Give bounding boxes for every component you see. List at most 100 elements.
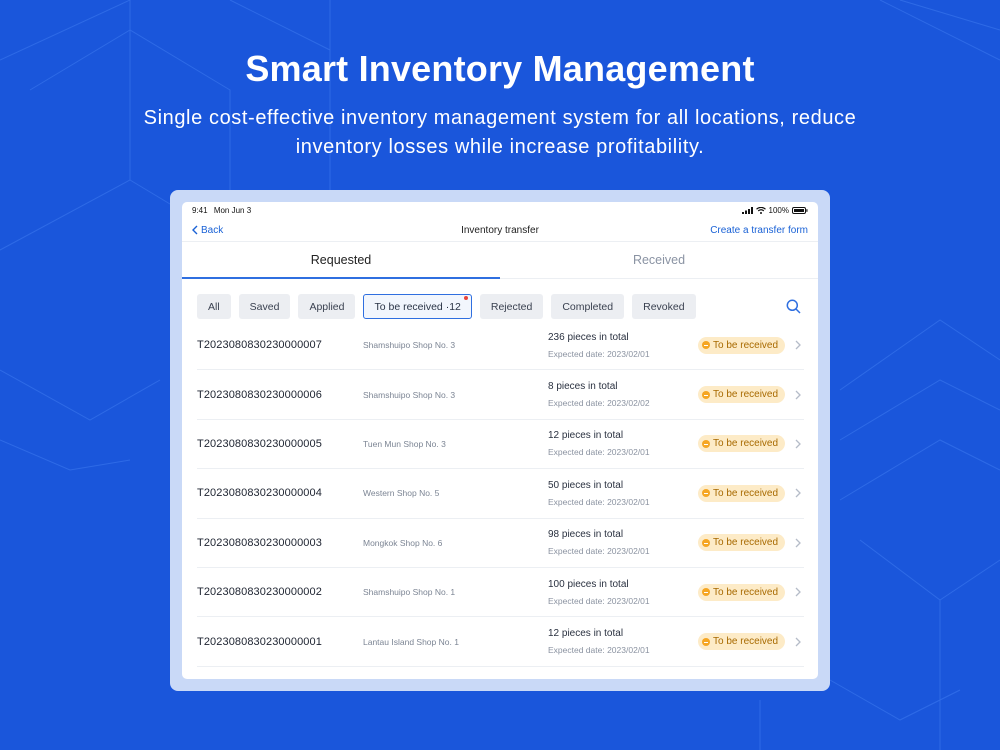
quantity-block: 98 pieces in total Expected date: 2023/02… (548, 529, 698, 556)
status-label: To be received (713, 487, 779, 499)
status-label: To be received (713, 389, 779, 401)
status-time: 9:41 (192, 206, 208, 215)
filter-revoked[interactable]: Revoked (632, 294, 696, 319)
status-badge: To be received (698, 386, 786, 404)
shop-name: Tuen Mun Shop No. 3 (363, 438, 446, 449)
filter-applied[interactable]: Applied (298, 294, 356, 319)
expected-date: Expected date: 2023/02/02 (548, 398, 650, 409)
status-left: 9:41 Mon Jun 3 (192, 206, 251, 215)
expected-date: Expected date: 2023/02/01 (548, 496, 650, 507)
back-label: Back (201, 224, 224, 236)
pieces-total: 236 pieces in total (548, 331, 629, 343)
expected-date: Expected date: 2023/02/01 (548, 447, 650, 458)
transfer-list: T2023080830230000007 Shamshuipo Shop No. … (182, 321, 818, 667)
shop-name: Lantau Island Shop No. 1 (363, 636, 459, 647)
transfer-code: T2023080830230000007 (197, 339, 322, 352)
app-screen: 9:41 Mon Jun 3 100% Back Inventory trans… (182, 202, 818, 679)
status-label: To be received (713, 438, 779, 450)
pieces-total: 100 pieces in total (548, 578, 629, 590)
pieces-total: 12 pieces in total (548, 430, 624, 442)
chevron-right-icon (795, 488, 801, 498)
filter-to-be-received-label: To be received ·12 (374, 300, 461, 313)
status-label: To be received (713, 636, 779, 648)
chevron-right-icon (795, 340, 801, 350)
status-pending-icon (702, 439, 710, 448)
status-pending-icon (702, 341, 710, 350)
page-title: Smart Inventory Management (245, 48, 755, 89)
table-row[interactable]: T2023080830230000005 Tuen Mun Shop No. 3 1… (197, 420, 804, 470)
quantity-block: 50 pieces in total Expected date: 2023/02… (548, 480, 698, 507)
status-pending-icon (702, 390, 710, 399)
shop-name: Shamshuipo Shop No. 3 (363, 340, 456, 351)
pieces-total: 12 pieces in total (548, 628, 624, 640)
wifi-icon (755, 207, 766, 214)
table-row[interactable]: T2023080830230000002 Shamshuipo Shop No. … (197, 568, 804, 618)
quantity-block: 12 pieces in total Expected date: 2023/02… (548, 628, 698, 655)
chevron-left-icon (192, 225, 198, 235)
tablet-frame: 9:41 Mon Jun 3 100% Back Inventory trans… (170, 190, 830, 691)
filter-completed[interactable]: Completed (551, 294, 625, 319)
nav-bar: Back Inventory transfer Create a transfe… (182, 219, 818, 241)
quantity-block: 8 pieces in total Expected date: 2023/02/… (548, 381, 698, 408)
battery-percent: 100% (768, 206, 789, 215)
table-row[interactable]: T2023080830230000007 Shamshuipo Shop No. … (197, 321, 804, 371)
shop-name: Mongkok Shop No. 6 (363, 537, 443, 548)
status-pending-icon (702, 538, 710, 547)
quantity-block: 236 pieces in total Expected date: 2023/0… (548, 332, 698, 359)
status-date: Mon Jun 3 (213, 206, 252, 215)
status-badge: To be received (698, 583, 786, 601)
pieces-total: 98 pieces in total (548, 529, 624, 541)
status-badge: To be received (698, 336, 786, 354)
table-row[interactable]: T2023080830230000004 Western Shop No. 5 50… (197, 469, 804, 519)
pieces-total: 50 pieces in total (548, 479, 624, 491)
table-row[interactable]: T2023080830230000006 Shamshuipo Shop No. … (197, 370, 804, 420)
chevron-right-icon (795, 390, 801, 400)
pieces-total: 8 pieces in total (548, 381, 618, 393)
shop-name: Shamshuipo Shop No. 3 (363, 389, 456, 400)
transfer-code: T2023080830230000006 (197, 388, 322, 401)
transfer-code: T2023080830230000001 (197, 635, 322, 648)
filter-chips: All Saved Applied To be received ·12 Rej… (182, 294, 818, 319)
filter-all[interactable]: All (197, 294, 231, 319)
filter-to-be-received[interactable]: To be received ·12 (363, 294, 472, 319)
create-transfer-form-button[interactable]: Create a transfer form (710, 225, 808, 236)
tab-requested[interactable]: Requested (182, 242, 500, 278)
page-subtitle: Single cost-effective inventory manageme… (143, 107, 857, 158)
chevron-right-icon (795, 439, 801, 449)
status-badge: To be received (698, 633, 786, 651)
chevron-right-icon (795, 587, 801, 597)
table-row[interactable]: T2023080830230000001 Lantau Island Shop N… (197, 617, 804, 667)
table-row[interactable]: T2023080830230000003 Mongkok Shop No. 6 98… (197, 519, 804, 568)
shop-name: Shamshuipo Shop No. 1 (363, 587, 456, 598)
transfer-code: T2023080830230000002 (197, 586, 322, 599)
expected-date: Expected date: 2023/02/01 (548, 595, 650, 606)
expected-date: Expected date: 2023/02/01 (548, 645, 650, 656)
status-pending-icon (702, 637, 710, 646)
status-badge: To be received (698, 484, 786, 502)
status-label: To be received (713, 586, 779, 598)
shop-name: Western Shop No. 5 (363, 488, 440, 499)
back-button[interactable]: Back (192, 225, 223, 236)
transfer-code: T2023080830230000005 (197, 437, 322, 450)
chevron-right-icon (795, 637, 801, 646)
battery-icon (792, 207, 808, 214)
quantity-block: 100 pieces in total Expected date: 2023/0… (548, 579, 698, 606)
expected-date: Expected date: 2023/02/01 (548, 546, 650, 557)
signal-icon (741, 207, 753, 214)
status-badge: To be received (698, 534, 786, 552)
expected-date: Expected date: 2023/02/01 (548, 348, 650, 359)
quantity-block: 12 pieces in total Expected date: 2023/02… (548, 430, 698, 457)
status-bar: 9:41 Mon Jun 3 100% (182, 202, 818, 219)
status-label: To be received (713, 339, 779, 351)
status-pending-icon (702, 489, 710, 498)
tab-received[interactable]: Received (500, 242, 818, 278)
transfer-code: T2023080830230000004 (197, 487, 322, 500)
status-label: To be received (713, 537, 779, 549)
active-tab-indicator (182, 277, 500, 279)
filter-rejected[interactable]: Rejected (479, 294, 544, 319)
notification-dot (463, 296, 468, 300)
search-button[interactable] (783, 297, 803, 317)
search-icon (786, 299, 801, 314)
filter-saved[interactable]: Saved (238, 294, 291, 319)
status-pending-icon (702, 588, 710, 597)
